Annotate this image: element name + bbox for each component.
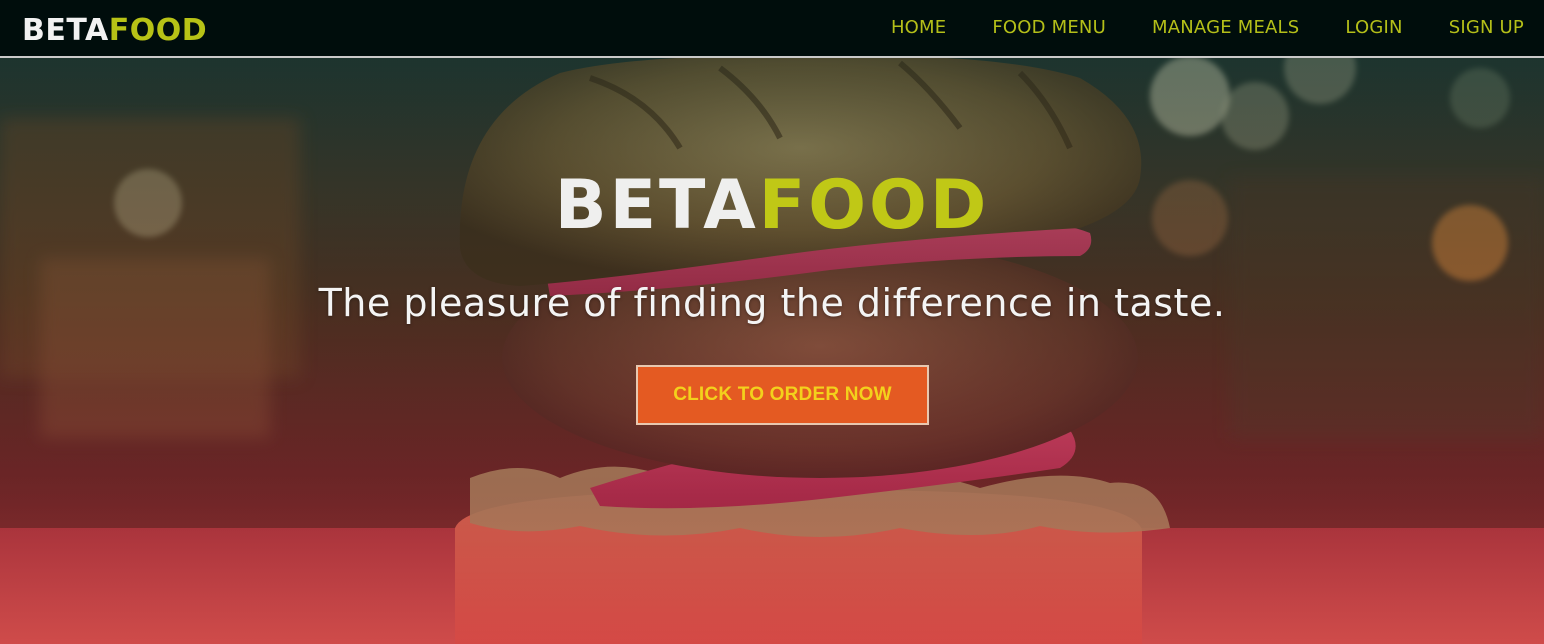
order-now-button[interactable]: CLICK TO ORDER NOW (636, 365, 929, 425)
hero-title-part1: BETA (554, 166, 759, 245)
hero-title: BETAFOOD (0, 166, 1544, 246)
nav-food-menu-link[interactable]: FOOD MENU (992, 16, 1106, 40)
nav-login-link[interactable]: LOGIN (1345, 16, 1402, 40)
nav-sign-up-link[interactable]: SIGN UP (1449, 16, 1524, 40)
navbar: BETAFOOD HOME FOOD MENU MANAGE MEALS LOG… (0, 0, 1544, 58)
page: BETAFOOD HOME FOOD MENU MANAGE MEALS LOG… (0, 0, 1544, 644)
brand-logo-part1: BETA (22, 13, 109, 48)
nav-manage-meals-link[interactable]: MANAGE MEALS (1152, 16, 1299, 40)
hero-overlay (0, 58, 1544, 644)
hero-section: BETAFOOD The pleasure of finding the dif… (0, 58, 1544, 644)
brand-logo[interactable]: BETAFOOD (22, 16, 207, 46)
brand-logo-part2: FOOD (108, 13, 208, 48)
hero-title-part2: FOOD (758, 166, 990, 245)
hero-tagline: The pleasure of finding the difference i… (318, 281, 1226, 325)
nav-home-link[interactable]: HOME (891, 16, 946, 40)
nav-links: HOME FOOD MENU MANAGE MEALS LOGIN SIGN U… (845, 16, 1524, 40)
